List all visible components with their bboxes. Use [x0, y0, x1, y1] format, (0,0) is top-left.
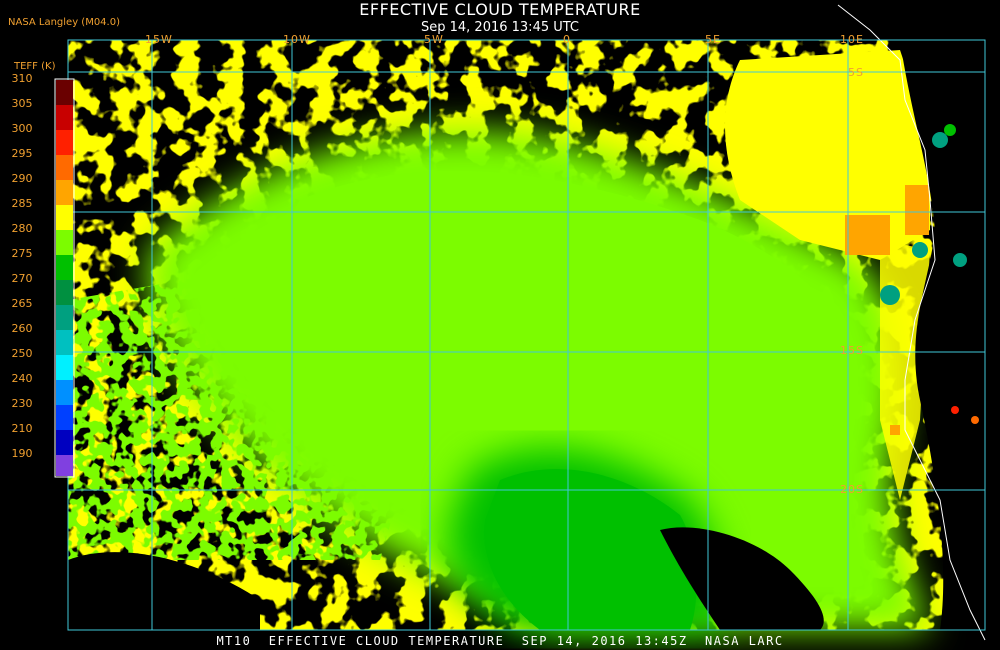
cloud-map — [54, 4, 986, 641]
lat-label-20s: 20S — [840, 483, 864, 496]
colorbar-swatch — [56, 155, 73, 180]
colorbar-swatch — [56, 280, 73, 305]
colorbar-swatch — [56, 455, 73, 476]
colorbar-tick-label: 300 — [11, 122, 33, 135]
lon-label-10e: 10E — [840, 33, 864, 46]
colorbar-swatch — [56, 330, 73, 355]
colorbar-swatch — [56, 80, 73, 105]
lon-label-10w: 10W — [283, 33, 311, 46]
colorbar-tick-label: 280 — [11, 222, 33, 235]
lon-label-0: 0 — [563, 33, 571, 46]
lon-label-5e: 5E — [705, 33, 721, 46]
colorbar-swatch — [56, 405, 73, 430]
colorbar-swatch — [56, 180, 73, 205]
colorbar-swatch — [56, 380, 73, 405]
colorbar-tick-label: 250 — [11, 347, 33, 360]
colorbar-swatch — [56, 105, 73, 130]
colorbar-tick-label: 285 — [11, 197, 33, 210]
colorbar-tick-label: 275 — [11, 247, 33, 260]
colorbar-tick-label: 190 — [11, 447, 33, 460]
colorbar-tick-label: 270 — [11, 272, 33, 285]
colorbar-tick-label: 230 — [11, 397, 33, 410]
colorbar-tick-label: 290 — [11, 172, 33, 185]
page-title: EFFECTIVE CLOUD TEMPERATURE — [359, 0, 641, 19]
lat-label-15s: 15S — [840, 344, 864, 357]
colorbar-swatch — [56, 130, 73, 155]
footer-caption: MT10 EFFECTIVE CLOUD TEMPERATURE SEP 14,… — [216, 634, 784, 648]
colorbar-tick-label: 260 — [11, 322, 33, 335]
colorbar-swatch — [56, 430, 73, 455]
colorbar-tick-label: 310 — [11, 72, 33, 85]
lon-label-15w: 15W — [145, 33, 173, 46]
lat-label-5s: 5S — [848, 66, 864, 79]
colorbar-tick-label: 240 — [11, 372, 33, 385]
colorbar-swatch — [56, 205, 73, 230]
colorbar-tick-label: 210 — [11, 422, 33, 435]
colorbar-swatch — [56, 355, 73, 380]
colorbar-tick-label: 265 — [11, 297, 33, 310]
colorbar-tick-label: 295 — [11, 147, 33, 160]
colorbar — [54, 78, 75, 478]
colorbar-title: TEFF (K) — [14, 61, 56, 72]
colorbar-swatch — [56, 230, 73, 255]
colorbar-tick-label: 305 — [11, 97, 33, 110]
lon-label-5w: 5W — [424, 33, 444, 46]
colorbar-swatch — [56, 255, 73, 280]
colorbar-swatch — [56, 305, 73, 330]
